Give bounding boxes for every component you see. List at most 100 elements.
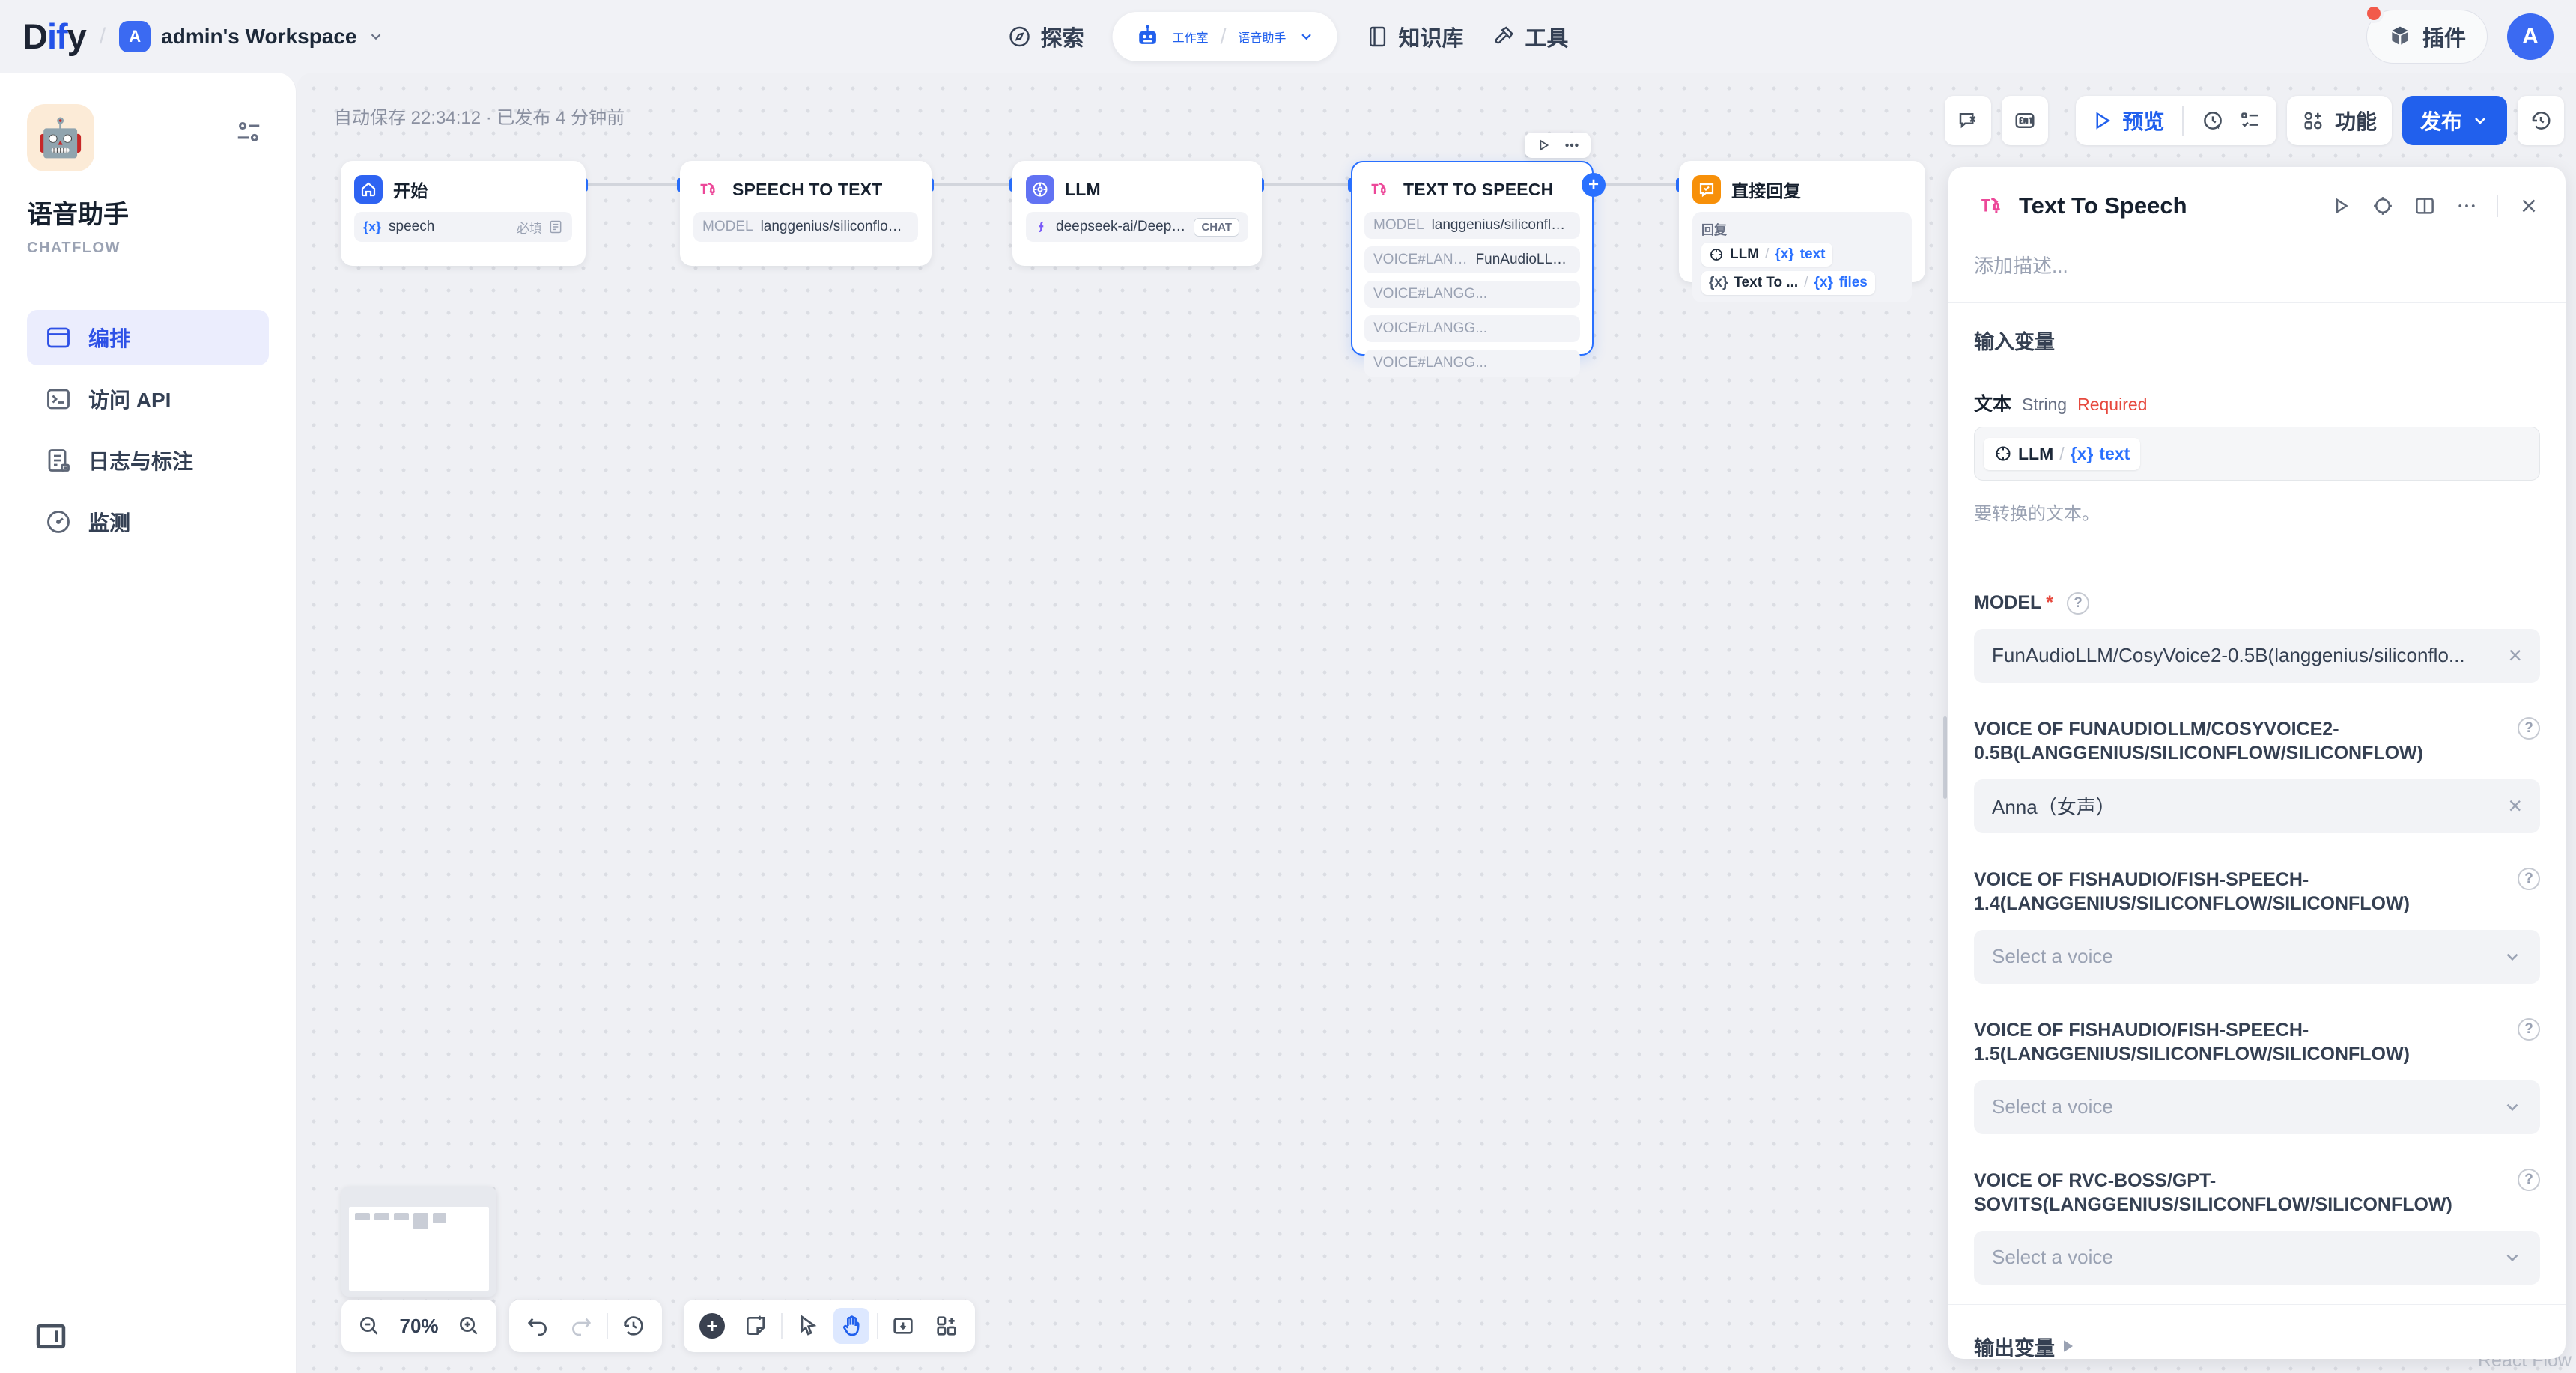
export-image-button[interactable]: [885, 1308, 921, 1344]
run-node-icon[interactable]: [2330, 195, 2352, 217]
variable-pill[interactable]: LLM / {x} text: [1984, 438, 2140, 470]
clear-icon[interactable]: ×: [2508, 642, 2522, 669]
node-speech-to-text[interactable]: SPEECH TO TEXT MODEL langgenius/siliconf…: [680, 161, 932, 266]
llm-model-row[interactable]: deepseek-ai/DeepSe... CHAT: [1026, 212, 1248, 242]
publish-button[interactable]: 发布: [2402, 96, 2507, 145]
run-history-icon[interactable]: [2202, 109, 2224, 132]
history-clock-icon: [622, 1314, 645, 1338]
zoom-out-button[interactable]: [351, 1308, 387, 1344]
sidebar-item-logs[interactable]: 日志与标注: [27, 433, 269, 488]
model-select[interactable]: FunAudioLLM/CosyVoice2-0.5B(langgenius/s…: [1974, 629, 2540, 683]
pointer-mode-button[interactable]: [790, 1308, 826, 1344]
dify-logo[interactable]: Dify: [22, 16, 86, 57]
undo-button[interactable]: [520, 1308, 556, 1344]
tts-row[interactable]: VOICE#LANGG...: [1364, 281, 1580, 308]
sliders-icon: [234, 118, 263, 146]
nav-current-app[interactable]: 语音助手: [1238, 28, 1286, 46]
description-placeholder[interactable]: 添加描述...: [1974, 251, 2540, 278]
play-icon: [2091, 109, 2113, 132]
change-history-button[interactable]: [616, 1308, 651, 1344]
play-icon[interactable]: [1535, 137, 1552, 153]
divider: [2062, 106, 2063, 136]
chevron-down-icon: [2503, 1248, 2522, 1267]
node-text-to-speech[interactable]: TEXT TO SPEECH MODEL langgenius/siliconf…: [1351, 161, 1594, 356]
text-variable-input[interactable]: LLM / {x} text: [1974, 427, 2540, 481]
start-variable-row[interactable]: {x} speech 必填: [354, 212, 572, 242]
edge-start-stt: [586, 183, 680, 186]
field-type: String: [2022, 395, 2067, 415]
user-avatar[interactable]: A: [2507, 13, 2554, 60]
nav-explore[interactable]: 探索: [1008, 21, 1084, 52]
more-icon[interactable]: [1564, 137, 1580, 153]
nav-label: 探索: [1041, 21, 1084, 52]
minimap[interactable]: [341, 1187, 496, 1297]
environment-variables-button[interactable]: [2002, 96, 2048, 145]
nav-knowledge[interactable]: 知识库: [1365, 21, 1463, 52]
sidebar-item-api[interactable]: 访问 API: [27, 371, 269, 427]
collapse-panel-button[interactable]: [36, 1324, 66, 1349]
tts-row[interactable]: VOICE#LANGG... FunAudioLLM/C...: [1364, 246, 1580, 273]
zoom-level[interactable]: 70%: [395, 1315, 443, 1338]
app-icon[interactable]: 🤖: [27, 104, 94, 171]
add-next-node-button[interactable]: +: [1582, 173, 1606, 197]
features-button[interactable]: 功能: [2302, 106, 2377, 136]
node-start[interactable]: 开始 {x} speech 必填: [341, 161, 586, 266]
voice-select-cosyvoice[interactable]: Anna（女声） ×: [1974, 779, 2540, 833]
scrollbar-thumb[interactable]: [1943, 716, 1947, 799]
focus-target-icon[interactable]: [2372, 195, 2394, 217]
conversation-variables-button[interactable]: [1945, 96, 1991, 145]
source-node: LLM: [1730, 246, 1759, 263]
preview-button[interactable]: 预览: [2091, 106, 2164, 136]
organize-blocks-button[interactable]: [929, 1308, 965, 1344]
split-view-icon[interactable]: [2414, 195, 2436, 217]
history-toolbar: [509, 1300, 662, 1352]
plugins-button[interactable]: 插件: [2366, 10, 2488, 64]
version-history-button[interactable]: [2518, 96, 2564, 145]
sidebar-item-orchestrate[interactable]: 编排: [27, 310, 269, 365]
zoom-in-button[interactable]: [451, 1308, 487, 1344]
tts-row[interactable]: VOICE#LANGG...: [1364, 315, 1580, 342]
autosave-status: 自动保存 22:34:12 · 已发布 4 分钟前: [334, 103, 625, 129]
voice-select-fish14[interactable]: Select a voice: [1974, 930, 2540, 984]
help-icon[interactable]: ?: [2518, 1169, 2540, 1191]
help-icon[interactable]: ?: [2067, 592, 2089, 615]
row-value: langgenius/siliconflow/sili...: [1432, 217, 1571, 234]
redo-button[interactable]: [563, 1308, 599, 1344]
answer-reply-box: 回复 LLM / {x} text {x} Text To ... / {x} …: [1692, 212, 1912, 302]
app-settings-button[interactable]: [234, 118, 263, 146]
more-icon[interactable]: [2455, 195, 2478, 217]
edge-stt-llm: [932, 183, 1012, 186]
tts-row[interactable]: VOICE#LANGG...: [1364, 350, 1580, 377]
add-note-button[interactable]: [738, 1308, 774, 1344]
reply-label: 回复: [1701, 219, 1903, 238]
nav-studio-label: 工作室: [1173, 28, 1209, 46]
output-variables-toggle[interactable]: 输出变量: [1974, 1332, 2540, 1360]
voice-select-gptsovits[interactable]: Select a voice: [1974, 1231, 2540, 1285]
node-llm[interactable]: LLM deepseek-ai/DeepSe... CHAT: [1012, 161, 1262, 266]
node-answer[interactable]: 直接回复 回复 LLM / {x} text {x} Text To ... /…: [1679, 161, 1925, 282]
tts-row[interactable]: MODEL langgenius/siliconflow/sili...: [1364, 212, 1580, 239]
checklist-icon[interactable]: [2239, 109, 2261, 132]
close-icon[interactable]: [2518, 195, 2540, 217]
help-icon[interactable]: ?: [2518, 1018, 2540, 1041]
nav-tools[interactable]: 工具: [1492, 21, 1568, 52]
stt-model-row[interactable]: MODEL langgenius/siliconflow/sili...: [693, 212, 918, 242]
variable-icon: {x}: [1709, 275, 1728, 291]
help-icon[interactable]: ?: [2518, 868, 2540, 890]
variable-icon: {x}: [1775, 246, 1793, 263]
hand-mode-button[interactable]: [833, 1308, 869, 1344]
help-icon[interactable]: ?: [2518, 717, 2540, 740]
node-config-panel: Text To Speech 添加描述... 输入变量 文本 String Re…: [1948, 167, 2566, 1359]
clear-icon[interactable]: ×: [2508, 792, 2522, 820]
voice-label: VOICE OF FISHAUDIO/FISH-SPEECH-1.4(LANGG…: [1974, 868, 2483, 916]
publish-label: 发布: [2420, 106, 2462, 136]
row-label: VOICE#LANGG...: [1373, 252, 1468, 268]
nav-studio-pill[interactable]: 工作室 / 语音助手: [1113, 12, 1337, 61]
add-node-button[interactable]: +: [694, 1308, 730, 1344]
variable-pill[interactable]: LLM / {x} text: [1701, 243, 1832, 267]
model-provider-icon: [1035, 219, 1048, 234]
sidebar-item-monitoring[interactable]: 监测: [27, 494, 269, 549]
variable-pill[interactable]: {x} Text To ... / {x} files: [1701, 271, 1875, 295]
workspace-selector[interactable]: A admin's Workspace: [119, 21, 383, 52]
voice-select-fish15[interactable]: Select a voice: [1974, 1080, 2540, 1134]
